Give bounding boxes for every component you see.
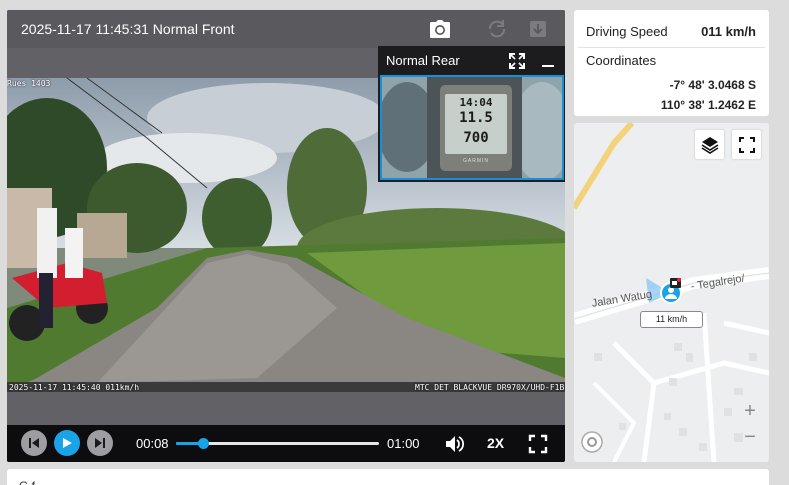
rotate-icon[interactable] <box>485 17 509 41</box>
gps-brand: GARMIN <box>463 158 489 164</box>
minimize-icon[interactable] <box>540 53 556 69</box>
playback-rate-button[interactable]: 2X <box>487 435 504 451</box>
next-button[interactable] <box>87 430 113 456</box>
rear-camera-view: 14:04 11.5 700 GARMIN <box>380 75 564 180</box>
zoom-in-button[interactable]: + <box>738 400 762 424</box>
layers-button[interactable] <box>695 130 724 159</box>
camera-badge-icon <box>670 275 681 288</box>
map-logo-icon <box>581 431 603 453</box>
fullscreen-icon[interactable] <box>528 434 548 454</box>
longitude-value: 110° 38' 1.2462 E <box>660 98 756 112</box>
gps-screen: 14:04 11.5 700 <box>445 94 507 154</box>
rear-camera-pip[interactable]: Normal Rear 14:04 11.5 700 GARMIN <box>378 46 565 182</box>
bottom-panel-text: G f <box>19 479 35 485</box>
zoom-out-button[interactable]: − <box>738 426 762 450</box>
current-time: 00:08 <box>136 436 169 451</box>
playback-controls: 00:08 01:00 2X <box>7 425 565 462</box>
driving-speed-value: 011 km/h <box>701 24 756 39</box>
expand-icon[interactable] <box>508 52 526 70</box>
map[interactable]: Jalan Watug - Tegalrejo/ 11 km/h + − <box>574 123 769 462</box>
bottom-panel: G f <box>7 469 769 485</box>
volume-icon[interactable] <box>444 434 465 454</box>
play-button[interactable] <box>54 430 80 456</box>
overlay-top-left: Rues 1403 <box>7 79 51 88</box>
overlay-camera-model: MTC DET BLACKVUE DR970X/UHD-F1B <box>415 383 565 392</box>
rear-pip-header: Normal Rear <box>378 46 565 74</box>
gps-time: 14:04 <box>459 96 493 109</box>
coordinates-label: Coordinates <box>586 53 657 68</box>
driving-speed-label: Driving Speed <box>586 24 668 39</box>
map-speed-tag: 11 km/h <box>640 311 703 328</box>
previous-button[interactable] <box>21 430 47 456</box>
download-icon[interactable] <box>526 17 550 41</box>
video-player: 2025-11-17 11:45:31 Normal Front Rues 14… <box>7 10 565 462</box>
latitude-value: -7° 48' 3.0468 S <box>669 78 756 92</box>
gps-speed: 11.5 <box>459 110 493 126</box>
video-timestamp: 2025-11-17 11:45:31 Normal Front <box>21 21 235 37</box>
rear-camera-title: Normal Rear <box>386 53 460 68</box>
map-fullscreen-button[interactable] <box>732 130 761 159</box>
overlay-date-speed: 2025-11-17 11:45:40 011km/h <box>9 383 140 392</box>
divider <box>578 47 765 48</box>
info-panel: Driving Speed 011 km/h Coordinates -7° 4… <box>574 10 769 116</box>
gps-distance: 700 <box>463 130 489 146</box>
video-header: 2025-11-17 11:45:31 Normal Front <box>7 10 565 48</box>
progress-knob[interactable] <box>197 438 209 449</box>
progress-bar[interactable] <box>176 438 379 449</box>
camera-icon[interactable] <box>428 17 452 41</box>
gps-device: 14:04 11.5 700 GARMIN <box>440 85 512 171</box>
total-time: 01:00 <box>387 436 420 451</box>
